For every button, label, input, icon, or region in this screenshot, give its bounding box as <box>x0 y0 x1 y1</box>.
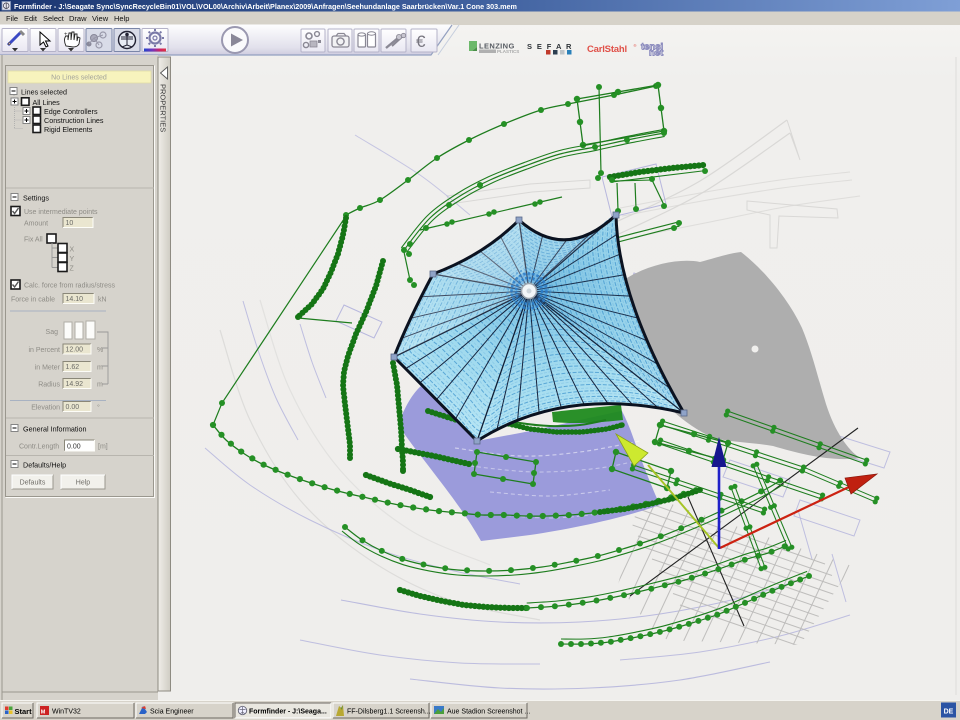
svg-text:S E F A R: S E F A R <box>527 42 573 51</box>
svg-text:®: ® <box>634 43 637 48</box>
svg-text:Rigid Elements: Rigid Elements <box>44 125 93 134</box>
svg-text:View: View <box>92 14 109 23</box>
svg-text:Y: Y <box>70 256 75 263</box>
svg-text:PROPERTIES: PROPERTIES <box>159 84 168 132</box>
svg-text:Radius: Radius <box>38 382 60 389</box>
svg-text:0.00: 0.00 <box>67 444 81 451</box>
svg-text:File: File <box>6 14 18 23</box>
svg-text:%: % <box>97 347 103 354</box>
svg-text:Aue Stadion Screenshot ...: Aue Stadion Screenshot ... <box>447 709 530 716</box>
svg-text:Use intermediate points: Use intermediate points <box>24 209 98 216</box>
svg-text:Edit: Edit <box>24 14 38 23</box>
svg-text:Calc. force from radius/stress: Calc. force from radius/stress <box>24 283 116 290</box>
svg-text:Force in cable: Force in cable <box>11 297 55 304</box>
svg-text:CarlStahl: CarlStahl <box>587 44 627 55</box>
svg-text:in Meter: in Meter <box>35 365 61 372</box>
svg-text:1.62: 1.62 <box>66 364 80 371</box>
svg-text:Defaults/Help: Defaults/Help <box>23 461 66 470</box>
svg-text:Select: Select <box>43 14 65 23</box>
svg-text:Amount: Amount <box>24 221 48 228</box>
svg-text:Draw: Draw <box>69 14 87 23</box>
svg-text:Construction Lines: Construction Lines <box>44 116 104 125</box>
svg-text:€: € <box>416 32 426 51</box>
svg-text:0.00: 0.00 <box>66 404 80 411</box>
svg-text:Fix All: Fix All <box>24 237 43 244</box>
svg-text:Elevation: Elevation <box>31 405 60 412</box>
svg-text:10: 10 <box>66 220 74 227</box>
svg-text:°: ° <box>97 404 100 412</box>
svg-text:m: m <box>97 382 103 389</box>
svg-text:No Lines selected: No Lines selected <box>51 75 107 82</box>
svg-text:Scia Engineer: Scia Engineer <box>150 709 194 716</box>
svg-text:Defaults: Defaults <box>20 480 46 487</box>
svg-text:Lines selected: Lines selected <box>21 87 67 96</box>
svg-text:14.10: 14.10 <box>66 296 84 303</box>
svg-text:General Information: General Information <box>23 425 87 434</box>
svg-text:Formfinder - J:\Seagate Sync\S: Formfinder - J:\Seagate Sync\SyncRecycle… <box>14 2 517 11</box>
svg-text:12.00: 12.00 <box>66 347 84 354</box>
svg-text:FF-Dilsberg1.1 Screensh...: FF-Dilsberg1.1 Screensh... <box>347 709 431 716</box>
svg-text:PLASTICS: PLASTICS <box>497 49 519 54</box>
svg-text:net: net <box>649 48 664 59</box>
svg-text:Help: Help <box>76 480 91 487</box>
svg-text:Start: Start <box>15 707 33 716</box>
svg-text:[m]: [m] <box>98 444 108 451</box>
svg-text:Settings: Settings <box>23 194 49 203</box>
svg-text:Edge Controllers: Edge Controllers <box>44 107 98 116</box>
svg-text:Sag: Sag <box>46 329 59 336</box>
svg-text:M: M <box>41 710 46 716</box>
svg-text:All Lines: All Lines <box>33 98 61 107</box>
svg-text:DE: DE <box>944 709 954 716</box>
svg-text:m: m <box>97 365 103 372</box>
svg-text:WinTV32: WinTV32 <box>52 709 81 716</box>
svg-text:kN: kN <box>98 297 107 304</box>
svg-text:14.92: 14.92 <box>66 381 84 388</box>
svg-text:Z: Z <box>70 266 75 273</box>
svg-text:Formfinder - J:\Seaga...: Formfinder - J:\Seaga... <box>249 709 327 716</box>
svg-text:+: + <box>64 32 68 38</box>
svg-text:Contr.Length: Contr.Length <box>19 444 59 451</box>
svg-text:X: X <box>70 247 75 254</box>
svg-text:in Percent: in Percent <box>28 347 60 354</box>
svg-text:Help: Help <box>114 14 129 23</box>
